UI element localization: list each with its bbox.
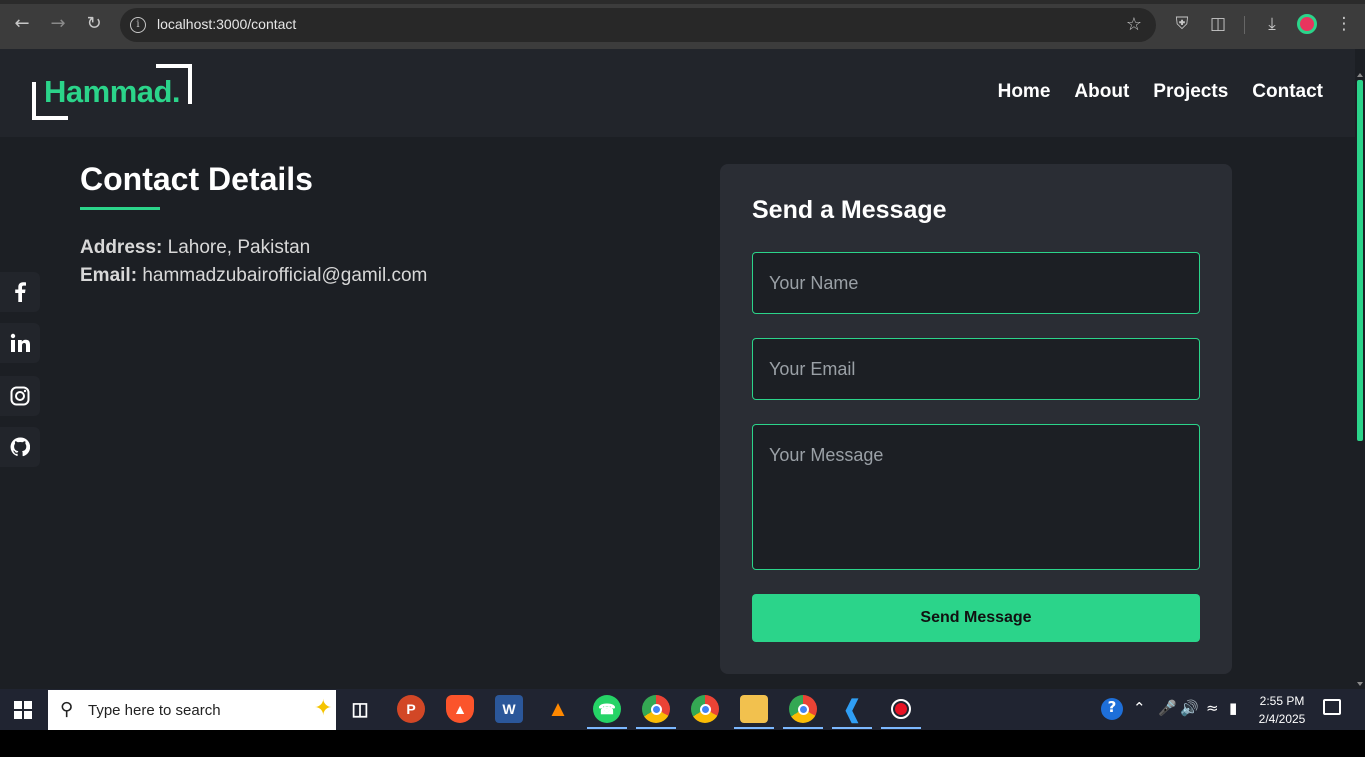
vlc-icon[interactable]: ▲ bbox=[544, 695, 572, 723]
nav-about[interactable]: About bbox=[1074, 81, 1129, 103]
brave-icon[interactable]: ▲ bbox=[446, 695, 474, 723]
form-title: Send a Message bbox=[752, 196, 947, 224]
site-logo[interactable]: Hammad. bbox=[32, 64, 194, 120]
task-view-icon[interactable]: ◫ bbox=[346, 695, 374, 723]
active-indicator bbox=[832, 727, 872, 729]
page-scrollbar[interactable] bbox=[1355, 49, 1365, 689]
page-viewport: Hammad. Home About Projects Contact Cont… bbox=[0, 49, 1365, 689]
scroll-down-arrow[interactable] bbox=[1357, 682, 1363, 686]
site-header: Hammad. Home About Projects Contact bbox=[0, 49, 1355, 137]
nav-projects[interactable]: Projects bbox=[1153, 81, 1228, 103]
email-value: hammadzubairofficial@gamil.com bbox=[142, 265, 428, 286]
screen-recorder-icon[interactable] bbox=[887, 695, 915, 723]
email-label: Email: bbox=[80, 265, 138, 286]
windows-taskbar: ⚲ Type here to search ✦ ◫ P ▲ W ▲ ☎ ❰ ? … bbox=[0, 689, 1365, 730]
address-label: Address: bbox=[80, 237, 163, 258]
system-clock[interactable]: 2:55 PM 2/4/2025 bbox=[1252, 692, 1312, 728]
screen-bottom-edge bbox=[0, 730, 1365, 757]
active-indicator bbox=[636, 727, 676, 729]
send-message-button[interactable]: Send Message bbox=[752, 594, 1200, 642]
github-icon[interactable] bbox=[0, 427, 40, 467]
chevron-up-icon[interactable]: ⌃ bbox=[1133, 699, 1146, 717]
battery-icon[interactable]: ▮ bbox=[1229, 699, 1237, 717]
volume-icon[interactable]: 🔊 bbox=[1180, 699, 1199, 717]
active-indicator bbox=[587, 727, 627, 729]
active-indicator bbox=[734, 727, 774, 729]
extensions-icon[interactable]: ◫ bbox=[1206, 12, 1230, 36]
microphone-icon[interactable]: 🎤 bbox=[1158, 699, 1177, 717]
nav-contact[interactable]: Contact bbox=[1252, 81, 1323, 103]
email-input[interactable] bbox=[752, 338, 1200, 400]
file-explorer-icon[interactable] bbox=[740, 695, 768, 723]
name-input[interactable] bbox=[752, 252, 1200, 314]
url-text[interactable]: localhost:3000/contact bbox=[157, 16, 296, 32]
search-icon: ⚲ bbox=[60, 699, 74, 720]
reload-icon[interactable]: ↻ bbox=[82, 12, 106, 36]
address-line: Address: Lahore, Pakistan bbox=[80, 237, 310, 259]
back-icon[interactable]: ← bbox=[10, 12, 34, 36]
site-info-icon[interactable]: i bbox=[130, 17, 146, 33]
title-underline bbox=[80, 207, 160, 210]
windows-start-icon[interactable] bbox=[14, 701, 32, 719]
facebook-icon[interactable] bbox=[0, 272, 40, 312]
email-line: Email: hammadzubairofficial@gamil.com bbox=[80, 265, 427, 287]
wifi-icon[interactable]: ≈ bbox=[1206, 699, 1219, 717]
powerpoint-icon[interactable]: P bbox=[397, 695, 425, 723]
chrome-profile-icon[interactable] bbox=[691, 695, 719, 723]
toolbar-divider bbox=[1244, 16, 1245, 34]
active-indicator bbox=[783, 727, 823, 729]
clock-time: 2:55 PM bbox=[1259, 694, 1305, 708]
linkedin-icon[interactable] bbox=[0, 323, 40, 363]
main-nav: Home About Projects Contact bbox=[998, 81, 1323, 103]
download-icon[interactable]: ⤓ bbox=[1260, 12, 1284, 36]
taskbar-search-box[interactable]: ⚲ Type here to search ✦ bbox=[48, 690, 336, 730]
clock-date: 2/4/2025 bbox=[1258, 712, 1306, 726]
tab-strip bbox=[0, 0, 1365, 4]
chrome-icon[interactable] bbox=[642, 695, 670, 723]
message-form-card: Send a Message Send Message bbox=[720, 164, 1232, 674]
help-icon[interactable]: ? bbox=[1101, 698, 1123, 720]
active-indicator bbox=[881, 727, 921, 729]
address-bar[interactable]: i localhost:3000/contact ☆ bbox=[120, 8, 1156, 42]
address-value: Lahore, Pakistan bbox=[167, 237, 311, 258]
scroll-up-arrow[interactable] bbox=[1357, 73, 1363, 77]
contact-details-title: Contact Details bbox=[80, 161, 313, 197]
menu-kebab-icon[interactable]: ⋮ bbox=[1332, 12, 1356, 36]
vscode-icon[interactable]: ❰ bbox=[838, 695, 866, 723]
notification-icon[interactable] bbox=[1323, 699, 1341, 715]
logo-text: Hammad. bbox=[44, 74, 181, 109]
chrome-profile-2-icon[interactable] bbox=[789, 695, 817, 723]
instagram-icon[interactable] bbox=[0, 376, 40, 416]
shield-icon[interactable]: ⛨ bbox=[1170, 12, 1194, 36]
whatsapp-icon[interactable]: ☎ bbox=[593, 695, 621, 723]
nav-home[interactable]: Home bbox=[998, 81, 1051, 103]
word-icon[interactable]: W bbox=[495, 695, 523, 723]
browser-toolbar: ← → ↻ i localhost:3000/contact ☆ ⛨ ◫ ⤓ ⋮ bbox=[0, 0, 1365, 49]
message-textarea[interactable] bbox=[752, 424, 1200, 570]
bookmark-star-icon[interactable]: ☆ bbox=[1126, 14, 1142, 35]
profile-avatar[interactable] bbox=[1297, 14, 1317, 34]
scrollbar-thumb[interactable] bbox=[1357, 80, 1363, 441]
search-placeholder: Type here to search bbox=[88, 702, 221, 719]
copilot-sparkle-icon[interactable]: ✦ bbox=[314, 696, 332, 721]
forward-icon[interactable]: → bbox=[46, 12, 70, 36]
